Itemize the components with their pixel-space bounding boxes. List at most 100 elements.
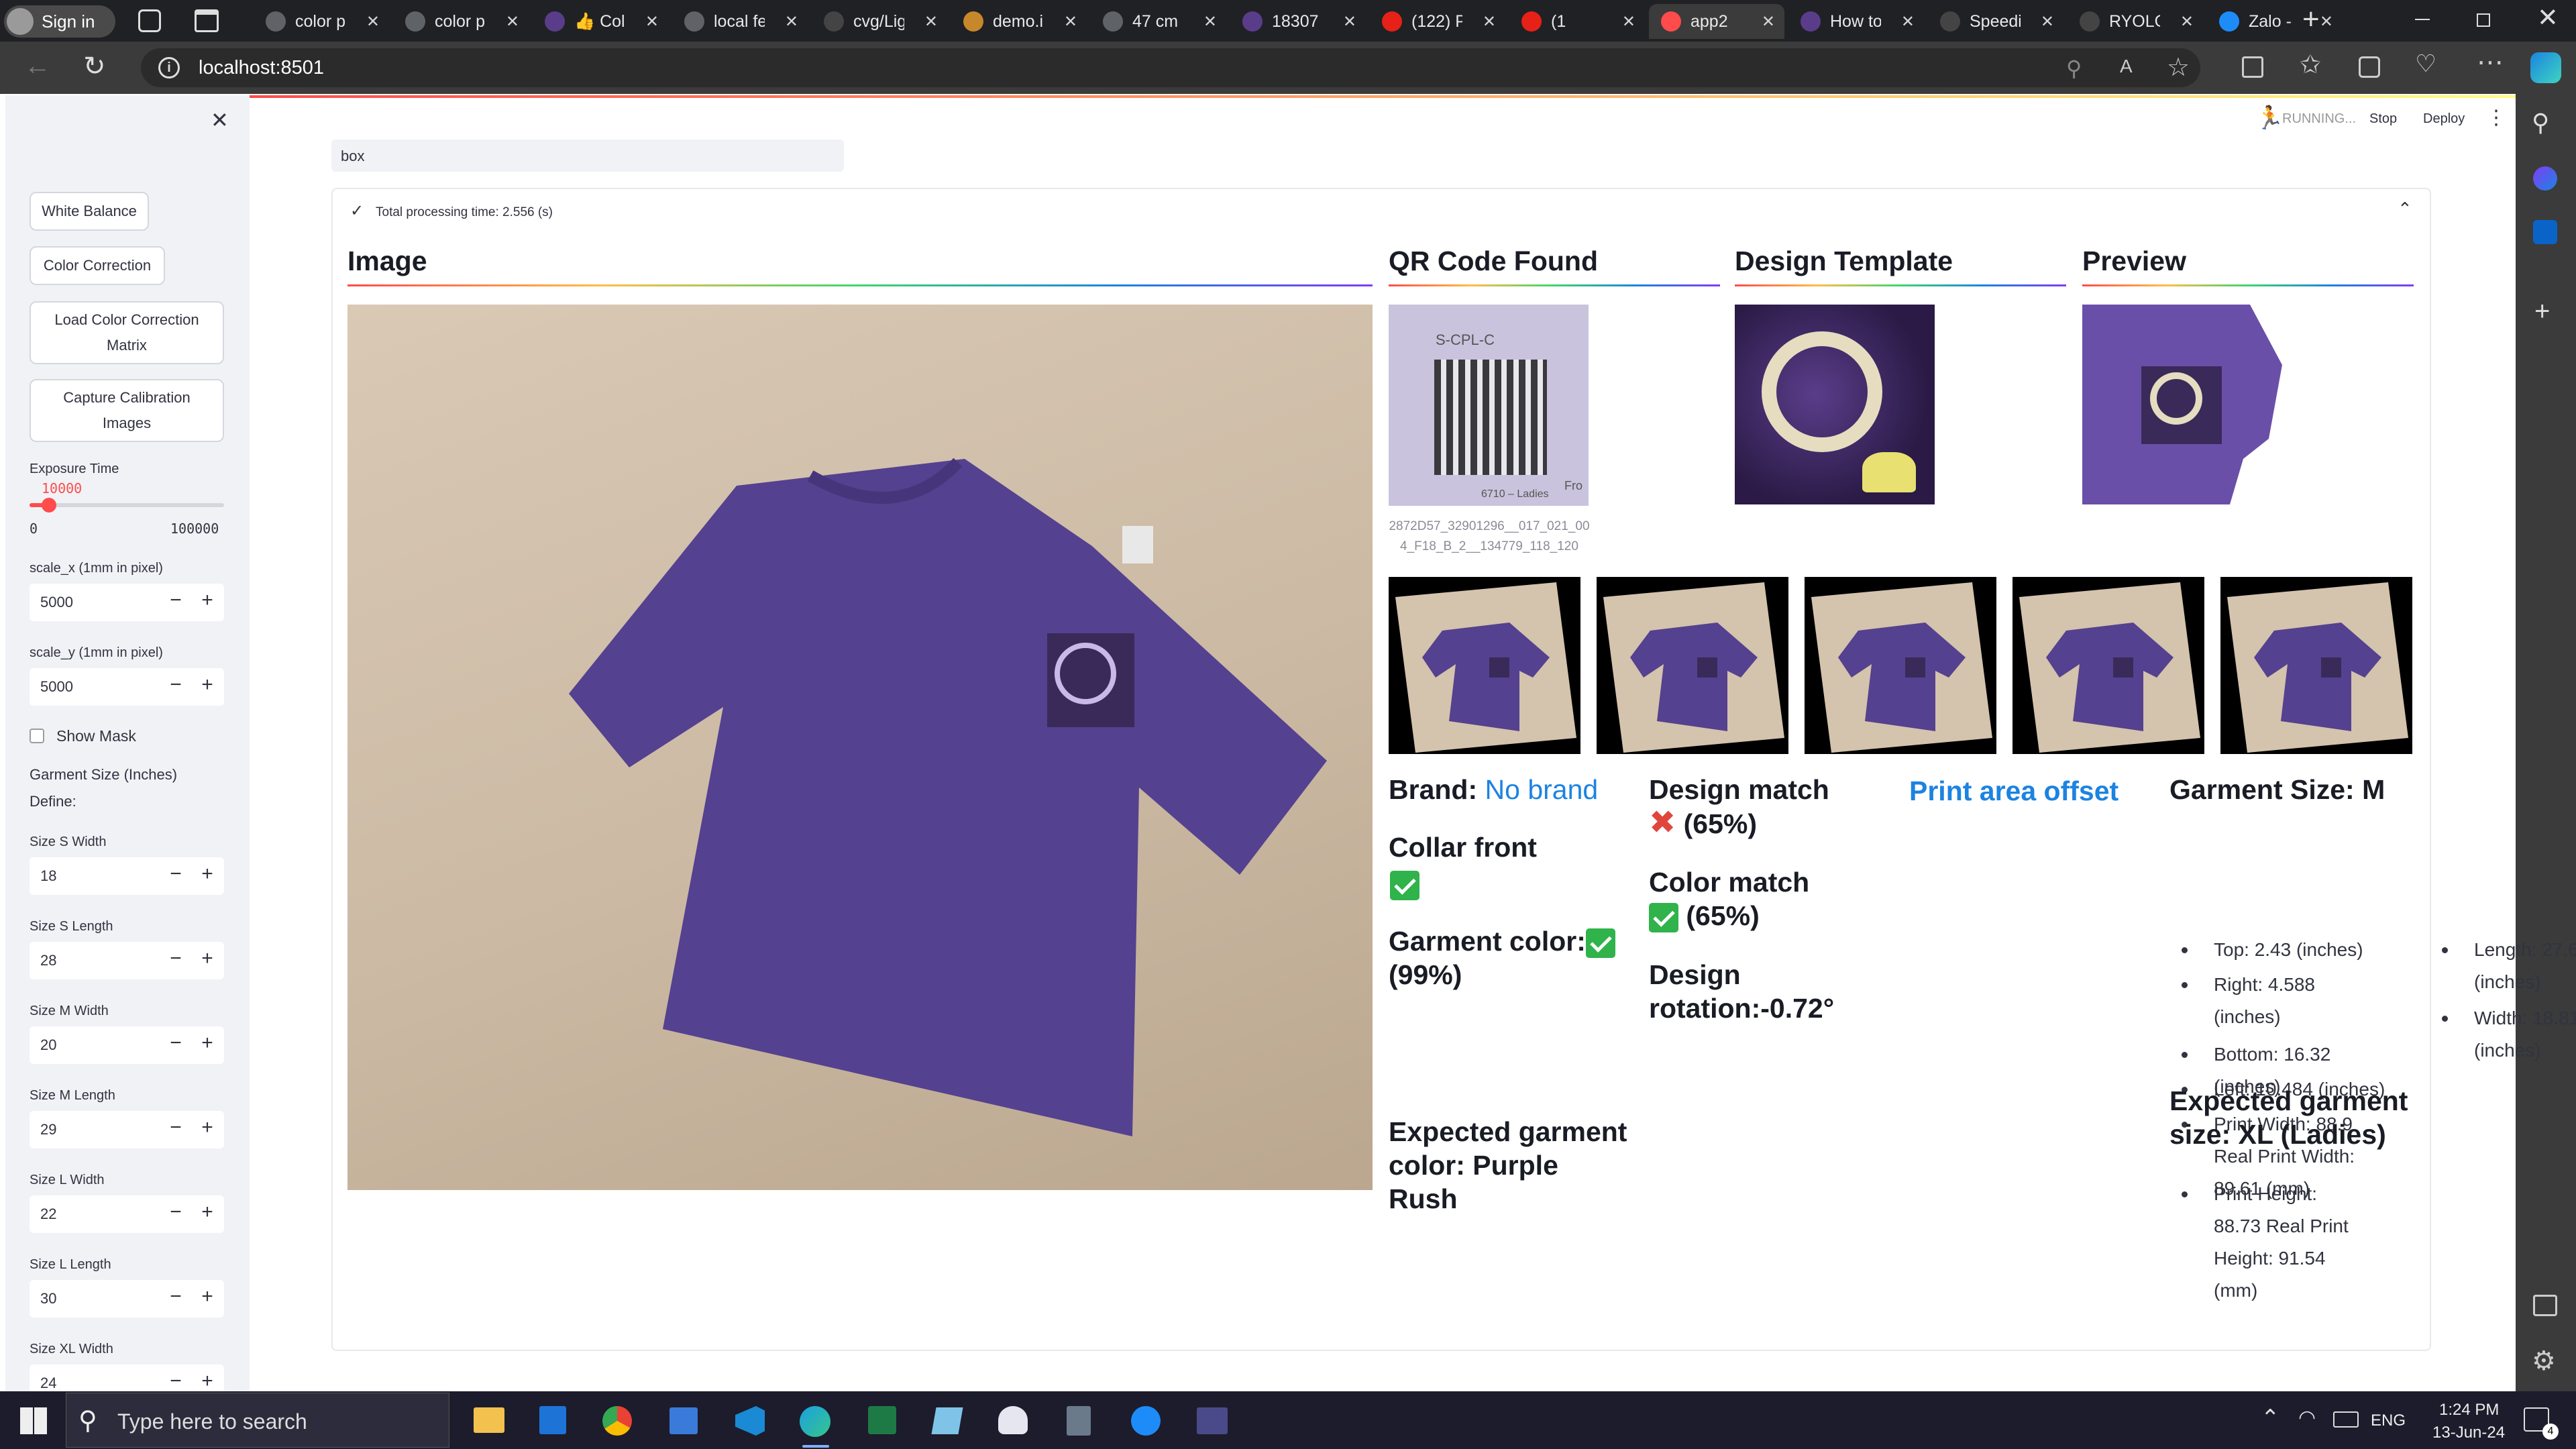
add-icon[interactable]: + xyxy=(2534,297,2550,327)
vscode-icon[interactable] xyxy=(735,1406,765,1436)
decrement-button[interactable]: − xyxy=(166,863,186,885)
decrement-button[interactable]: − xyxy=(166,1370,186,1393)
notes-icon[interactable] xyxy=(931,1407,963,1434)
copilot-icon[interactable] xyxy=(2530,52,2561,83)
capture-calibration-button[interactable]: Capture Calibration Images xyxy=(30,379,224,442)
screenshot-icon[interactable] xyxy=(2533,1295,2557,1316)
close-tab-icon[interactable]: ✕ xyxy=(2041,12,2054,32)
scale-x-input[interactable]: 5000 − + xyxy=(30,584,224,621)
tray-chevron-icon[interactable]: ⌃ xyxy=(2261,1405,2280,1432)
language-indicator[interactable]: ENG xyxy=(2371,1411,2406,1430)
close-tab-icon[interactable]: ✕ xyxy=(1064,12,1077,32)
close-tab-icon[interactable]: ✕ xyxy=(366,12,380,32)
browser-tab[interactable]: 👍 Col ✕ xyxy=(533,4,668,39)
close-tab-icon[interactable]: ✕ xyxy=(645,12,659,32)
white-balance-button[interactable]: White Balance xyxy=(30,192,149,231)
increment-button[interactable]: + xyxy=(197,1032,217,1055)
size-input[interactable]: 18 − + xyxy=(30,857,224,895)
close-tab-icon[interactable]: ✕ xyxy=(1901,12,1915,32)
increment-button[interactable]: + xyxy=(197,947,217,970)
collapse-chevron-icon[interactable]: ⌃ xyxy=(2398,199,2412,219)
wifi-icon[interactable]: ◠ xyxy=(2298,1406,2316,1430)
chrome-icon[interactable] xyxy=(602,1406,632,1436)
more-menu-icon[interactable]: ⋯ xyxy=(2477,47,2504,78)
url-field[interactable]: i localhost:8501 ⚲ A ☆ xyxy=(141,48,2200,87)
show-mask-checkbox[interactable] xyxy=(30,729,44,743)
close-tab-icon[interactable]: ✕ xyxy=(1762,12,1775,32)
favorite-star-icon[interactable]: ☆ xyxy=(2167,52,2190,83)
load-color-matrix-button[interactable]: Load Color Correction Matrix xyxy=(30,301,224,364)
close-tab-icon[interactable]: ✕ xyxy=(2180,12,2194,32)
calculator-icon[interactable] xyxy=(1067,1406,1091,1436)
browser-tab[interactable]: demo.i ✕ xyxy=(951,4,1087,39)
decrement-button[interactable]: − xyxy=(166,1032,186,1055)
decrement-button[interactable]: − xyxy=(166,947,186,970)
decrement-button[interactable]: − xyxy=(166,674,186,696)
close-tab-icon[interactable]: ✕ xyxy=(924,12,938,32)
decrement-button[interactable]: − xyxy=(166,589,186,612)
browser-tab[interactable]: app2 ✕ xyxy=(1649,4,1784,39)
performance-icon[interactable]: ♡ xyxy=(2415,50,2436,78)
remote-desktop-icon[interactable] xyxy=(669,1407,698,1434)
decrement-button[interactable]: − xyxy=(166,1116,186,1139)
favorites-icon[interactable]: ✩ xyxy=(2300,50,2321,80)
close-window-icon[interactable]: ✕ xyxy=(2537,3,2559,33)
workspaces-icon[interactable] xyxy=(138,9,161,32)
browser-tab[interactable]: Speedi ✕ xyxy=(1928,4,2063,39)
close-tab-icon[interactable]: ✕ xyxy=(1203,12,1217,32)
collections-icon[interactable] xyxy=(2359,56,2380,78)
browser-tab[interactable]: RYOLO ✕ xyxy=(2068,4,2203,39)
outlook-icon[interactable] xyxy=(2533,220,2557,244)
size-input[interactable]: 28 − + xyxy=(30,942,224,979)
profile-button[interactable]: Sign in xyxy=(4,5,115,38)
scale-y-input[interactable]: 5000 − + xyxy=(30,668,224,706)
main-menu-icon[interactable]: ⋮ xyxy=(2486,106,2506,129)
paint-icon[interactable] xyxy=(998,1406,1028,1434)
minimize-icon[interactable] xyxy=(2415,19,2430,20)
size-input[interactable]: 29 − + xyxy=(30,1111,224,1148)
close-tab-icon[interactable]: ✕ xyxy=(1622,12,1635,32)
restore-icon[interactable] xyxy=(2477,13,2490,27)
excel-icon[interactable] xyxy=(868,1406,896,1434)
close-tab-icon[interactable]: ✕ xyxy=(1483,12,1496,32)
windows-start-icon[interactable] xyxy=(20,1407,47,1434)
increment-button[interactable]: + xyxy=(197,589,217,612)
increment-button[interactable]: + xyxy=(197,674,217,696)
close-tab-icon[interactable]: ✕ xyxy=(1343,12,1356,32)
size-input[interactable]: 30 − + xyxy=(30,1280,224,1318)
box-input[interactable]: box xyxy=(331,140,844,172)
size-input[interactable]: 22 − + xyxy=(30,1195,224,1233)
increment-button[interactable]: + xyxy=(197,1201,217,1224)
exposure-slider[interactable] xyxy=(30,498,224,513)
refresh-icon[interactable]: ↻ xyxy=(83,51,106,82)
keyboard-icon[interactable] xyxy=(2333,1411,2359,1428)
slider-thumb[interactable] xyxy=(42,498,56,513)
stop-button[interactable]: Stop xyxy=(2369,111,2397,127)
close-tab-icon[interactable]: ✕ xyxy=(506,12,519,32)
increment-button[interactable]: + xyxy=(197,863,217,885)
browser-tab[interactable]: cvg/Lig ✕ xyxy=(812,4,947,39)
tab-actions-icon[interactable] xyxy=(195,9,219,32)
close-tab-icon[interactable]: ✕ xyxy=(2320,12,2333,32)
increment-button[interactable]: + xyxy=(197,1116,217,1139)
site-info-icon[interactable]: i xyxy=(158,57,180,78)
size-input[interactable]: 20 − + xyxy=(30,1026,224,1064)
store-icon[interactable] xyxy=(539,1406,566,1434)
copilot-side-icon[interactable] xyxy=(2533,166,2557,191)
browser-tab[interactable]: (122) P ✕ xyxy=(1370,4,1505,39)
zoom-icon[interactable]: ⚲ xyxy=(2066,56,2082,81)
new-tab-icon[interactable]: + xyxy=(2302,3,2320,36)
browser-tab[interactable]: 47 cm ✕ xyxy=(1091,4,1226,39)
decrement-button[interactable]: − xyxy=(166,1285,186,1308)
browser-tab[interactable]: 18307 ✕ xyxy=(1230,4,1366,39)
taskbar-search[interactable]: ⚲ Type here to search xyxy=(66,1393,449,1448)
edge-icon[interactable] xyxy=(800,1406,830,1437)
clock-time[interactable]: 1:24 PM xyxy=(2439,1401,2499,1419)
deploy-button[interactable]: Deploy xyxy=(2423,111,2465,127)
decrement-button[interactable]: − xyxy=(166,1201,186,1224)
increment-button[interactable]: + xyxy=(197,1285,217,1308)
browser-tab[interactable]: color p ✕ xyxy=(393,4,529,39)
settings-icon[interactable]: ⚙ xyxy=(2532,1346,2556,1377)
split-screen-icon[interactable] xyxy=(2242,56,2263,78)
clock-date[interactable]: 13-Jun-24 xyxy=(2432,1424,2505,1442)
